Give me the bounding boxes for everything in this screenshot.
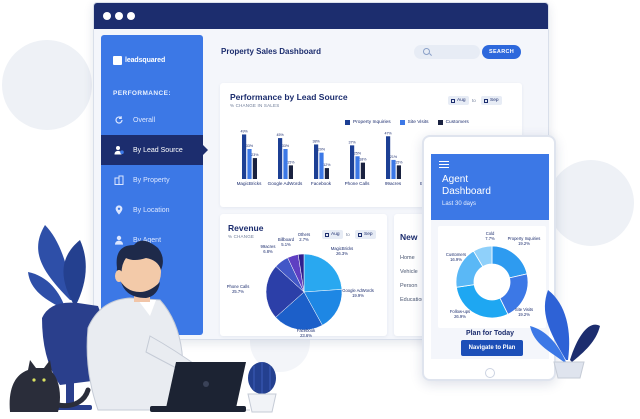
agent-title-line: Dashboard <box>442 186 491 197</box>
sidebar-item-by-property[interactable]: By Property <box>101 165 203 195</box>
sidebar-item-label: By Location <box>133 206 170 214</box>
plant-icon <box>28 225 86 310</box>
sidebar-item-label: Overall <box>133 116 156 124</box>
sidebar-item-overall[interactable]: Overall <box>101 105 203 135</box>
page-title: Property Sales Dashboard <box>221 47 322 56</box>
person-icon <box>114 235 124 245</box>
new-panel-title: New <box>400 232 418 242</box>
window-dot-icon <box>115 12 123 20</box>
new-panel-item[interactable]: Home <box>400 255 415 261</box>
phone-home-button-icon <box>485 368 495 378</box>
x-tick-label: 99acres <box>385 181 402 186</box>
cat-icon <box>9 360 91 412</box>
refresh-icon <box>114 115 124 125</box>
bar-data-label: 33% <box>282 144 290 148</box>
x-tick-label: Facebook <box>311 181 332 186</box>
location-pin-icon <box>114 205 124 215</box>
pie-slice-value: 6.8% <box>263 249 273 254</box>
bar-data-label: 12% <box>323 163 331 167</box>
sidebar-item-label: By Property <box>133 176 170 184</box>
sidebar-item-label: By Lead Source <box>133 146 183 154</box>
phone-chart-card: Property Inquiries 19.2% Site Visits 19.2% F… <box>438 226 546 328</box>
bar-data-label: 25% <box>354 151 362 155</box>
search-input[interactable] <box>414 45 480 59</box>
background-blob <box>2 40 92 130</box>
bar-customers <box>360 162 365 179</box>
navigate-to-plan-button[interactable]: Navigate to Plan <box>461 340 523 356</box>
logo-text: leadsquared <box>125 56 166 64</box>
sidebar-item-by-agent[interactable]: By Agent <box>101 225 203 255</box>
agent-dashboard-subtitle: Last 30 days <box>442 201 477 207</box>
bar-customers <box>324 168 329 179</box>
agent-title-line: Agent <box>442 174 469 185</box>
bar-customers <box>288 165 293 179</box>
building-icon <box>114 175 124 185</box>
bar-data-label: 15% <box>395 160 403 164</box>
sidebar-item-by-location[interactable]: By Location <box>101 195 203 225</box>
bar-customers <box>252 158 257 179</box>
x-tick-label: MagicBricks <box>237 181 262 186</box>
donut-slice-value: 19.2% <box>518 241 530 246</box>
bar-data-label: 18% <box>359 158 367 162</box>
agent-donut-chart: Property Inquiries19.2%Site Visits19.2%F… <box>446 231 541 319</box>
donut-slice <box>491 245 528 279</box>
bar-data-label: 49% <box>240 129 248 133</box>
revenue-card: Revenue % CHANGE Aug to Sep MagicBricks 2… <box>220 214 387 338</box>
sidebar-section-label: PERFORMANCE: <box>113 90 171 97</box>
revenue-pie-chart: MagicBricks26.3%Google AdWords19.9%Faceb… <box>227 232 374 338</box>
new-panel-item[interactable]: Person <box>400 283 417 289</box>
hamburger-menu-icon[interactable] <box>439 161 449 168</box>
donut-slice-value: 19.2% <box>518 312 530 317</box>
donut-slice-value: 16.9% <box>450 257 462 262</box>
pie-slice-value: 2.7% <box>299 237 309 242</box>
logo: leadsquared <box>113 53 165 67</box>
bar-data-label: 45% <box>276 133 284 137</box>
window-dot-icon <box>127 12 135 20</box>
phone-screen: Agent Dashboard Last 30 days Property In… <box>431 154 549 359</box>
logo-icon <box>113 55 122 65</box>
bar-data-label: 38% <box>312 139 320 143</box>
new-panel-item[interactable]: Vehicle <box>400 269 418 275</box>
bar-customers <box>396 165 401 179</box>
bar-data-label: 29% <box>318 148 326 152</box>
new-panel-item[interactable]: Education <box>400 297 424 303</box>
pie-slice-value: 19.9% <box>352 293 364 298</box>
x-tick-label: Google AdWords <box>268 181 303 186</box>
sidebar: leadsquared PERFORMANCE: Overall By Lead… <box>101 35 208 335</box>
donut-slice-value: 26.9% <box>454 314 466 319</box>
bar-data-label: 21% <box>390 155 398 159</box>
sidebar-item-by-lead-source[interactable]: By Lead Source <box>101 135 208 165</box>
bar-data-label: 15% <box>287 160 295 164</box>
search-icon <box>423 48 430 55</box>
bar-property-inquiries <box>242 134 247 179</box>
phone-mockup: Agent Dashboard Last 30 days Property In… <box>422 135 556 381</box>
sidebar-item-label: By Agent <box>133 236 162 244</box>
donut-slice-value: 7.7% <box>485 236 495 241</box>
plan-title: Plan for Today <box>465 330 515 337</box>
phone-header: Agent Dashboard Last 30 days <box>431 154 549 220</box>
window-dot-icon <box>103 12 111 20</box>
pie-slice-value: 26.3% <box>336 251 348 256</box>
bar-data-label: 37% <box>348 140 356 144</box>
search-button[interactable]: SEARCH <box>482 45 521 59</box>
x-tick-label: Phone Calls <box>345 181 370 186</box>
user-dollar-icon <box>114 145 124 155</box>
agent-dashboard-title: Agent Dashboard <box>442 174 491 198</box>
pie-slice-value: 23.6% <box>300 333 312 338</box>
background-blob <box>548 160 634 246</box>
window-titlebar <box>94 3 548 29</box>
bar-data-label: 33% <box>246 144 254 148</box>
pie-slice-value: 25.7% <box>232 289 244 294</box>
bar-data-label: 23% <box>251 153 259 157</box>
pie-slice <box>303 253 343 293</box>
pie-slice-value: 5.1% <box>281 242 291 247</box>
laptop-icon <box>150 362 246 412</box>
bar-data-label: 47% <box>384 131 392 135</box>
